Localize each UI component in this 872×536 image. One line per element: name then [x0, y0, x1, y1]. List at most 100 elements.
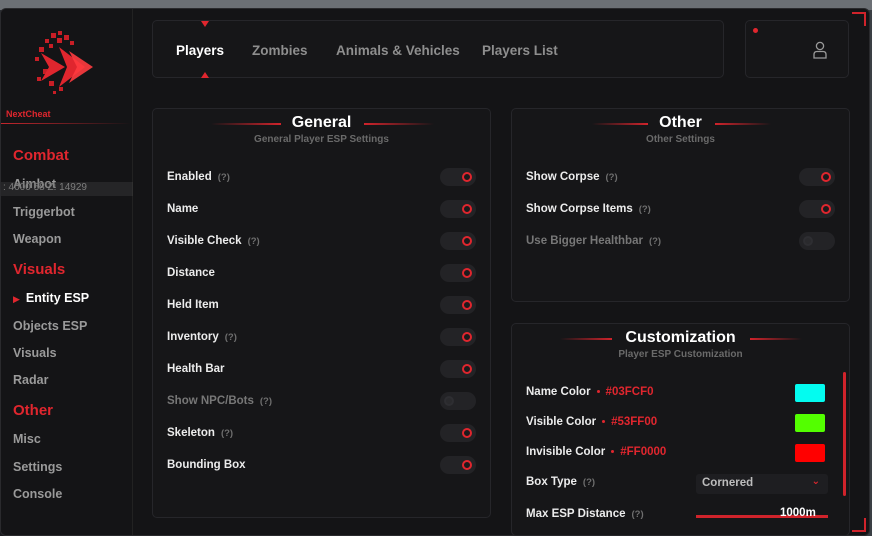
option-label: Skeleton	[167, 427, 215, 439]
toggle-knob	[462, 428, 472, 438]
general-option-row: Held Item	[167, 299, 219, 311]
toggle-switch[interactable]	[799, 200, 835, 218]
help-icon[interactable]: (?)	[639, 204, 651, 215]
panel-title: Customization	[625, 329, 736, 346]
max-distance-row: Max ESP Distance (?)	[526, 508, 644, 520]
slider-value: 1000m	[780, 507, 816, 519]
toggle-knob	[462, 268, 472, 278]
toggle-knob	[821, 204, 831, 214]
general-option-row: Show NPC/Bots (?)	[167, 395, 272, 407]
panel-title: General	[291, 114, 352, 131]
toggle-switch[interactable]	[440, 424, 476, 442]
sidebar-item-settings[interactable]: Settings	[13, 460, 62, 474]
invisible-color-row: Invisible Color #FF0000	[526, 446, 666, 458]
user-icon	[813, 41, 827, 59]
option-label: Show NPC/Bots	[167, 395, 254, 407]
visible-color-row: Visible Color #53FF00	[526, 416, 657, 428]
toggle-switch[interactable]	[440, 392, 476, 410]
option-label: Visible Check	[167, 235, 242, 247]
category-combat: Combat	[13, 147, 69, 164]
help-icon[interactable]: (?)	[260, 396, 272, 407]
sidebar-item-entity-esp[interactable]: ▶ Entity ESP	[13, 291, 89, 305]
brand-name: NextCheat	[6, 109, 51, 119]
help-icon[interactable]: (?)	[605, 172, 617, 183]
scrollbar[interactable]	[843, 372, 846, 496]
tab-indicator-bottom	[201, 72, 209, 78]
panel-subtitle: Player ESP Customization	[618, 349, 743, 360]
sidebar-item-triggerbot[interactable]: Triggerbot	[13, 205, 75, 219]
sidebar-item-visuals[interactable]: Visuals	[13, 346, 57, 360]
toggle-switch[interactable]	[440, 264, 476, 282]
tab-bar: Players Zombies Animals & Vehicles Playe…	[152, 20, 724, 78]
toggle-switch[interactable]	[440, 200, 476, 218]
general-option-row: Distance	[167, 267, 215, 279]
row-label: Visible Color	[526, 416, 597, 428]
hex-value: #FF0000	[611, 446, 666, 458]
user-box[interactable]	[745, 20, 849, 78]
other-option-row: Show Corpse (?)	[526, 171, 618, 183]
toggle-knob	[462, 236, 472, 246]
toggle-knob	[462, 204, 472, 214]
toggle-knob	[462, 332, 472, 342]
toggle-switch[interactable]	[440, 360, 476, 378]
option-label: Held Item	[167, 299, 219, 311]
select-value: Cornered	[702, 477, 754, 489]
toggle-switch[interactable]	[799, 168, 835, 186]
box-type-select[interactable]: Cornered ⌄	[696, 474, 828, 494]
option-label: Name	[167, 203, 199, 215]
general-option-row: Inventory (?)	[167, 331, 237, 343]
general-option-row: Enabled (?)	[167, 171, 230, 183]
help-icon[interactable]: (?)	[225, 332, 237, 343]
help-icon[interactable]: (?)	[221, 428, 233, 439]
general-option-row: Visible Check (?)	[167, 235, 260, 247]
chevron-down-icon: ⌄	[811, 476, 820, 487]
toggle-switch[interactable]	[440, 328, 476, 346]
option-label: Show Corpse	[526, 171, 600, 183]
help-icon[interactable]: (?)	[248, 236, 260, 247]
sidebar-item-console[interactable]: Console	[13, 487, 62, 501]
toggle-switch[interactable]	[440, 296, 476, 314]
tab-indicator-top	[201, 21, 209, 27]
hex-value: #03FCF0	[596, 386, 653, 398]
help-icon[interactable]: (?)	[218, 172, 230, 183]
sidebar-item-radar[interactable]: Radar	[13, 373, 48, 387]
sidebar-item-objects-esp[interactable]: Objects ESP	[13, 319, 87, 333]
sidebar-item-label: Entity ESP	[25, 291, 90, 305]
row-label: Box Type	[526, 476, 577, 488]
tab-players[interactable]: Players	[176, 43, 224, 58]
sidebar-item-weapon[interactable]: Weapon	[13, 232, 61, 246]
sidebar-item-misc[interactable]: Misc	[13, 432, 41, 446]
hex-value: #53FF00	[602, 416, 657, 428]
toggle-switch[interactable]	[440, 168, 476, 186]
toggle-switch[interactable]	[440, 456, 476, 474]
invisible-color-swatch[interactable]	[795, 444, 825, 462]
name-color-swatch[interactable]	[795, 384, 825, 402]
row-label: Invisible Color	[526, 446, 606, 458]
sidebar: NextCheat Combat Aimbot : 4000 58 Z: 149…	[1, 9, 133, 535]
tab-zombies[interactable]: Zombies	[252, 43, 308, 58]
active-arrow-icon: ▶	[13, 294, 20, 304]
general-option-row: Bounding Box	[167, 459, 246, 471]
other-panel: Other Other Settings Show Corpse (?) Show …	[511, 108, 850, 302]
coords-overlay: : 4000 58 Z: 14929	[1, 182, 133, 196]
toggle-switch[interactable]	[799, 232, 835, 250]
help-icon[interactable]: (?)	[583, 477, 595, 488]
box-type-row: Box Type (?)	[526, 476, 595, 488]
category-other: Other	[13, 402, 54, 419]
toggle-knob	[462, 460, 472, 470]
toggle-knob	[462, 364, 472, 374]
option-label: Show Corpse Items	[526, 203, 633, 215]
help-icon[interactable]: (?)	[632, 509, 644, 520]
general-option-row: Skeleton (?)	[167, 427, 233, 439]
customization-panel: Customization Player ESP Customization N…	[511, 323, 850, 536]
toggle-knob	[444, 396, 454, 406]
tab-animals-vehicles[interactable]: Animals & Vehicles	[336, 43, 460, 58]
visible-color-swatch[interactable]	[795, 414, 825, 432]
toggle-knob	[462, 300, 472, 310]
help-icon[interactable]: (?)	[649, 236, 661, 247]
general-option-row: Name	[167, 203, 198, 215]
option-label: Bounding Box	[167, 459, 246, 471]
toggle-switch[interactable]	[440, 232, 476, 250]
tab-players-list[interactable]: Players List	[482, 43, 558, 58]
general-option-row: Health Bar	[167, 363, 225, 375]
